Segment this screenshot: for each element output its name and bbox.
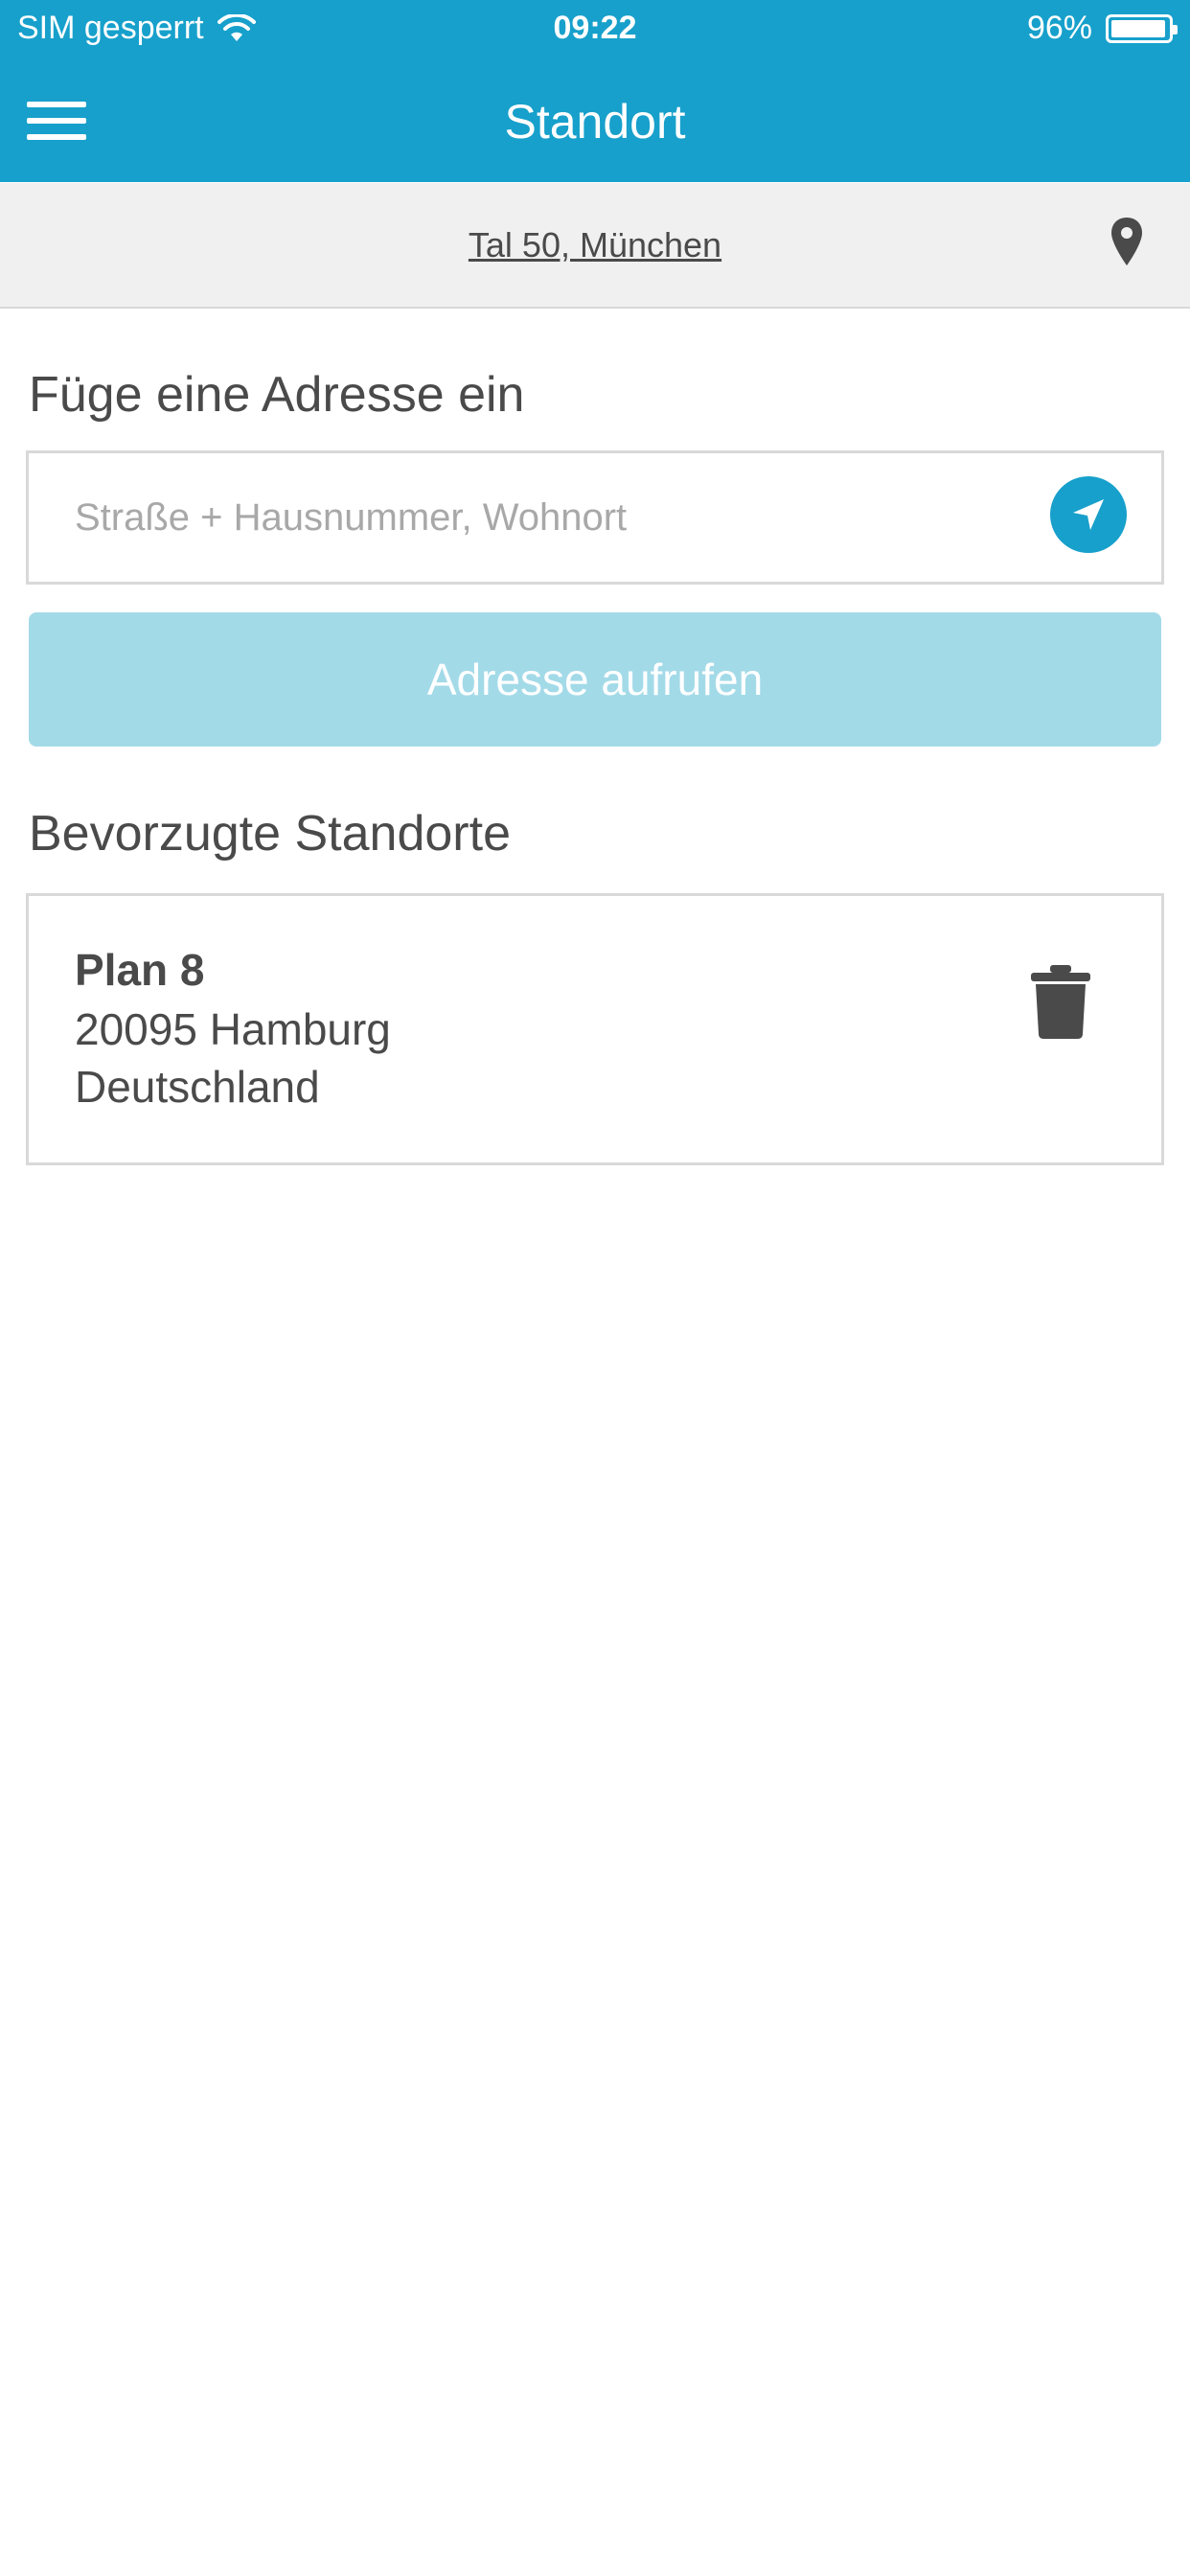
battery-percent: 96% [1026,10,1092,46]
favorite-city: 20095 Hamburg [75,1004,391,1054]
open-address-button[interactable]: Adresse aufrufen [29,612,1161,747]
address-input-container [26,450,1164,585]
address-input[interactable] [29,453,1035,582]
add-address-heading: Füge eine Adresse ein [29,367,525,423]
map-pin-icon[interactable] [1110,216,1144,267]
favorite-location-item[interactable]: Plan 8 20095 Hamburg Deutschland [26,893,1164,1165]
current-location-bar: Tal 50, München [0,183,1190,309]
favorite-street: Plan 8 [75,945,205,995]
locate-me-button[interactable] [1050,476,1127,553]
current-location-link[interactable]: Tal 50, München [0,225,1190,265]
favorite-country: Deutschland [75,1062,320,1112]
status-right: 96% [1026,10,1178,47]
app-header: SIM gesperrt 09:22 96% Standort [0,0,1190,182]
battery-fill [1111,19,1165,37]
status-bar: SIM gesperrt 09:22 96% [0,0,1190,61]
location-arrow-icon [1073,499,1104,530]
trash-icon[interactable] [1029,963,1092,1040]
nav-bar: Standort [0,61,1190,182]
status-time: 09:22 [553,10,637,46]
page-title: Standort [504,95,686,149]
favorites-heading: Bevorzugte Standorte [29,806,511,862]
battery-icon [1106,13,1178,43]
